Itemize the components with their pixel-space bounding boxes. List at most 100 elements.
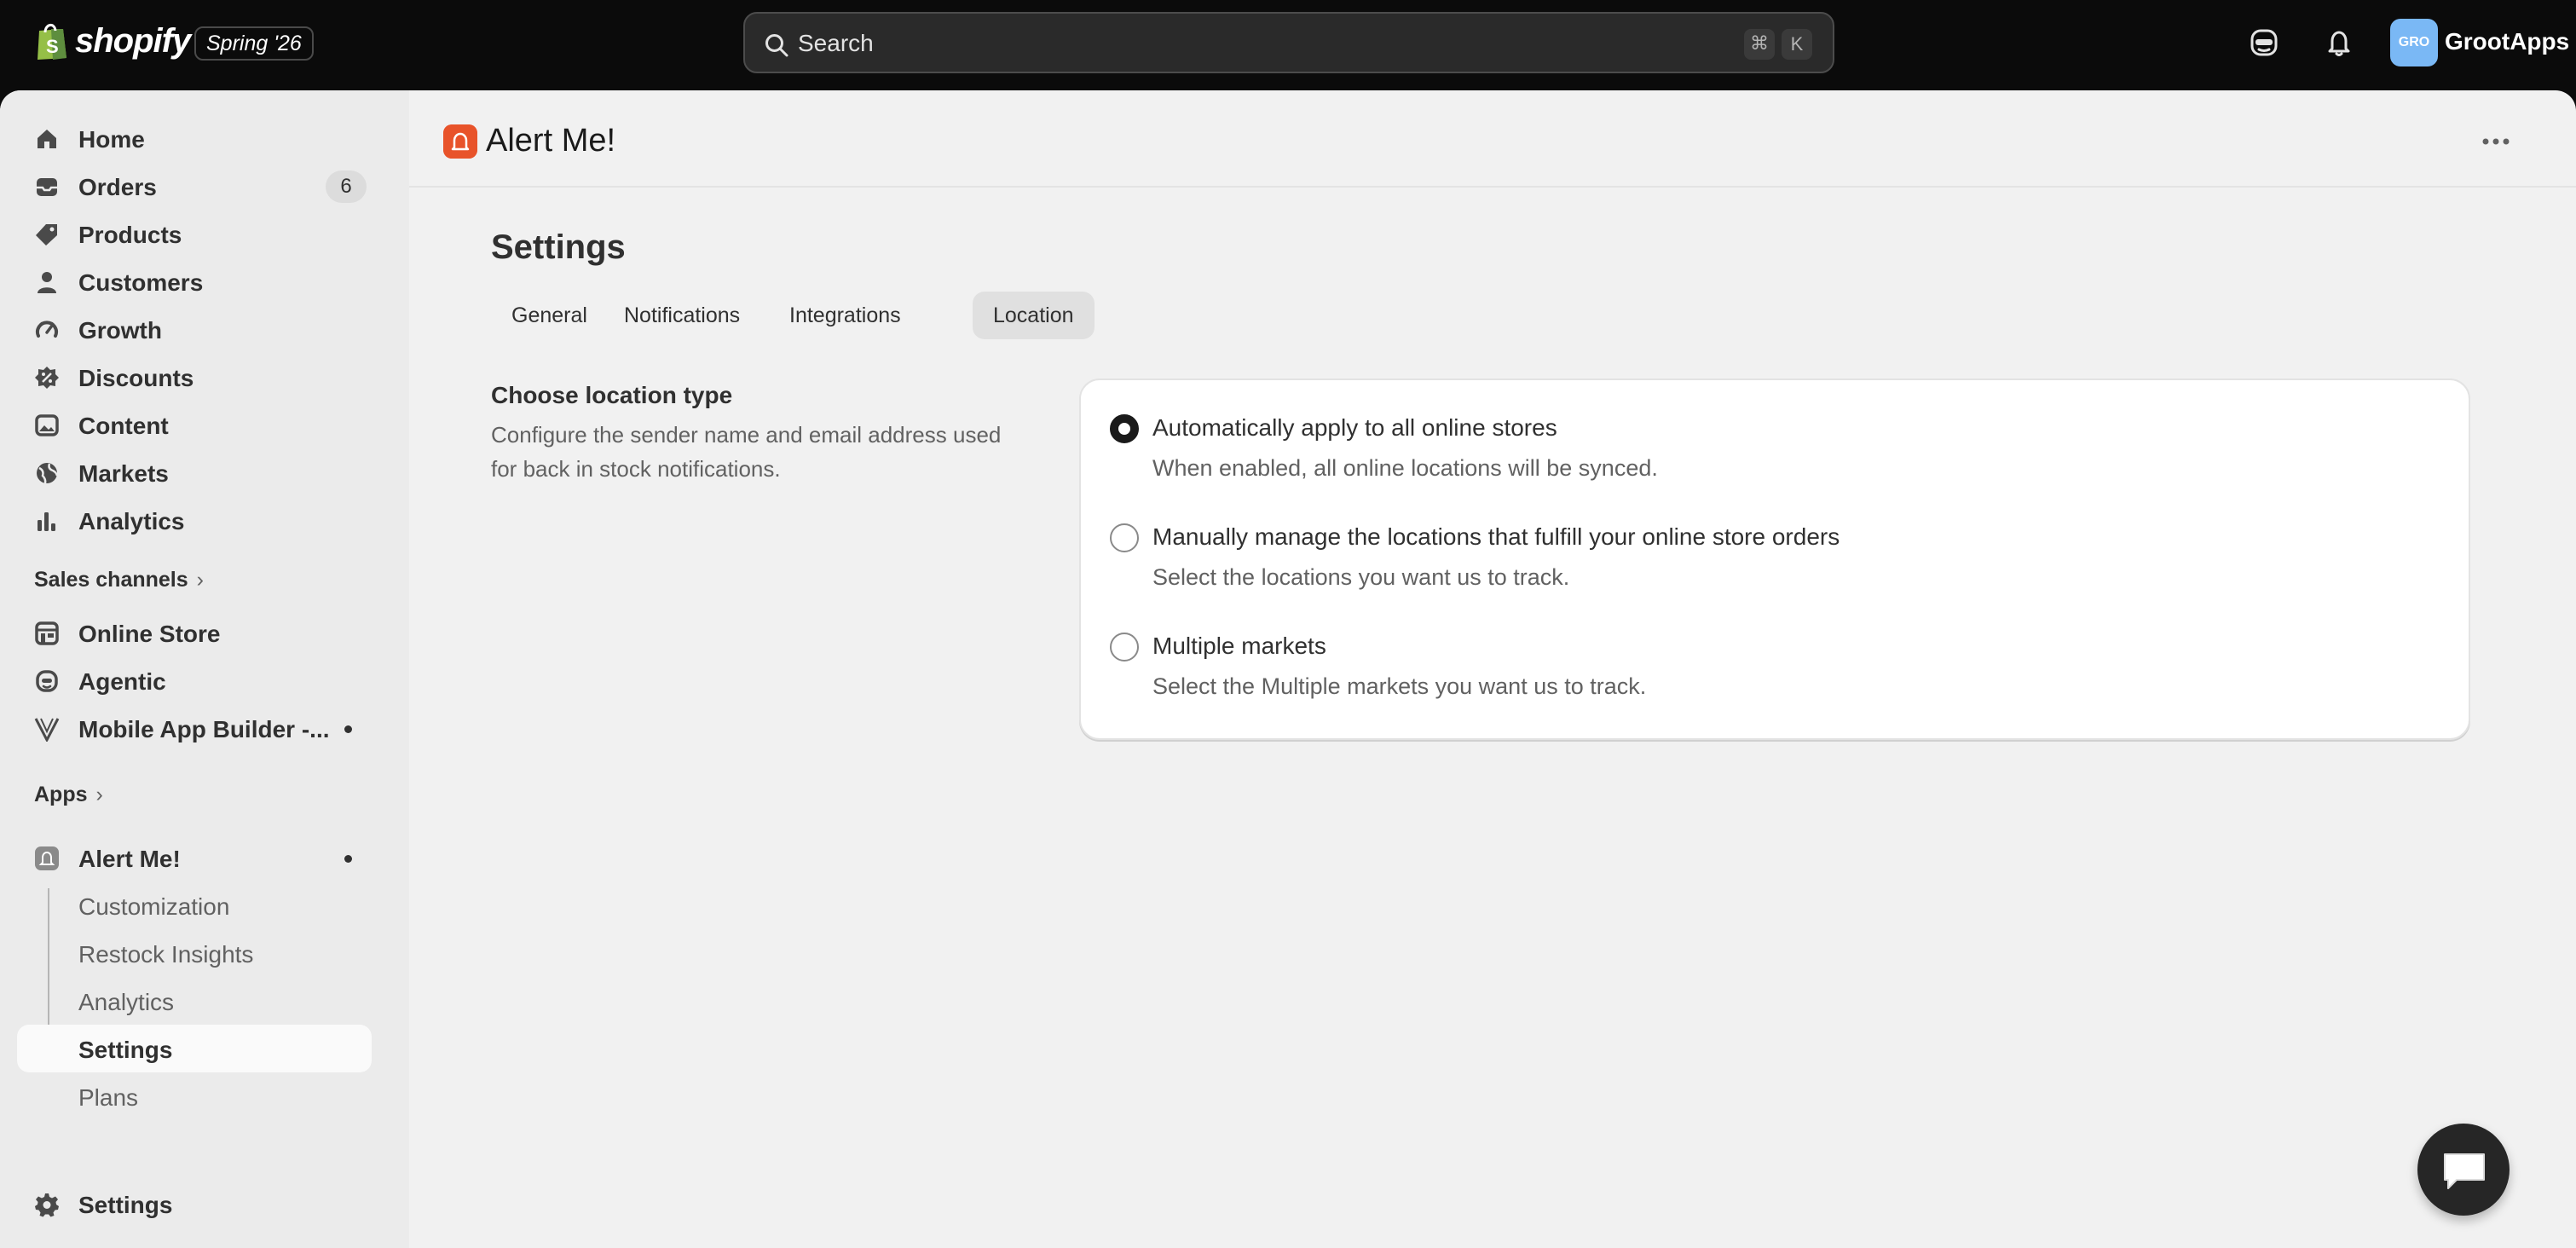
person-icon: [38, 272, 56, 293]
sidebar-item-label: Growth: [78, 317, 162, 344]
chevron-right-icon: ›: [95, 783, 103, 806]
sidebar-subitem-analytics[interactable]: Analytics: [17, 977, 372, 1025]
option-label[interactable]: Manually manage the locations that fulfi…: [1152, 523, 1840, 551]
orders-icon: [37, 178, 57, 196]
sidebar-item-customers[interactable]: Customers: [17, 257, 372, 305]
more-actions-icon[interactable]: [2474, 130, 2518, 153]
sales-channels-label: Sales channels: [34, 568, 188, 592]
sidebar-item-orders[interactable]: Orders 6: [17, 162, 372, 210]
page-title: Settings: [491, 228, 626, 266]
sidebar-item-discounts[interactable]: Discounts: [17, 353, 372, 401]
shortcut-cmd-key: ⌘: [1744, 29, 1775, 60]
store-name[interactable]: GrootApps: [2445, 28, 2569, 55]
sidebar-item-content[interactable]: Content: [17, 401, 372, 448]
sidebar-subitem-settings[interactable]: Settings: [17, 1025, 372, 1072]
edition-badge[interactable]: Spring '26: [194, 26, 314, 61]
alert-me-app-icon: [35, 846, 59, 870]
shopify-logo[interactable]: S shopify: [34, 20, 191, 61]
sidebar-item-label: Online Store: [78, 621, 221, 647]
image-icon: [35, 414, 59, 436]
sidebar-subitem-customization[interactable]: Customization: [17, 881, 372, 929]
option-label[interactable]: Multiple markets: [1152, 633, 1326, 660]
sidebar-item-label: Content: [78, 413, 169, 439]
sidebar-item-online-store[interactable]: Online Store: [17, 609, 372, 656]
sidebar-item-label: Analytics: [78, 508, 185, 534]
app-header: Alert Me!: [409, 90, 2576, 188]
option-help-text: When enabled, all online locations will …: [1152, 455, 1658, 481]
sidebar-item-growth[interactable]: Growth: [17, 305, 372, 353]
option-label[interactable]: Automatically apply to all online stores: [1152, 414, 1557, 442]
v-logo-icon: [34, 718, 60, 742]
sidebar-item-label: Markets: [78, 460, 169, 487]
unread-dot: [344, 855, 352, 863]
sidebar-item-label: Agentic: [78, 668, 166, 695]
home-icon: [38, 130, 56, 148]
orders-count-badge: 6: [326, 170, 367, 203]
section-description: Configure the sender name and email addr…: [491, 422, 1002, 482]
unread-dot: [344, 725, 352, 733]
sidebar-item-label: Products: [78, 222, 182, 248]
search-input[interactable]: [798, 26, 1650, 61]
sidekick-icon[interactable]: [2247, 26, 2281, 60]
alert-me-logo-icon: [443, 124, 477, 159]
sidebar-item-label: Customers: [78, 269, 204, 296]
chat-button[interactable]: [2417, 1124, 2510, 1216]
sidebar-item-home[interactable]: Home: [17, 114, 372, 162]
option-help-text: Select the locations you want us to trac…: [1152, 564, 1570, 590]
sidebar-item-label: Discounts: [78, 365, 194, 391]
agent-icon: [36, 670, 58, 692]
bell-icon[interactable]: [2322, 26, 2356, 60]
sidebar-subitem-label: Analytics: [78, 989, 175, 1015]
tab-general[interactable]: General: [491, 292, 608, 339]
sidebar-item-mobile-app-builder[interactable]: Mobile App Builder -...: [17, 704, 372, 752]
sidebar-item-label: Home: [78, 126, 145, 153]
location-options-card: Automatically apply to all online stores…: [1079, 378, 2470, 740]
sidebar-item-products[interactable]: Products: [17, 210, 372, 257]
sidebar-subitem-label: Settings: [78, 1037, 173, 1063]
shopify-bag-icon: S: [38, 24, 66, 60]
sales-channels-heading[interactable]: Sales channels ›: [34, 568, 204, 592]
tab-integrations[interactable]: Integrations: [769, 292, 921, 339]
search-icon: [765, 34, 788, 57]
sidebar-item-settings[interactable]: Settings: [17, 1180, 372, 1228]
sidebar-item-label: Alert Me!: [78, 846, 181, 872]
chevron-right-icon: ›: [196, 568, 204, 592]
top-bar: S shopify Spring '26 ⌘ K GRO GrootApps: [0, 0, 2576, 90]
svg-text:S: S: [46, 36, 59, 57]
sidebar-item-alert-me[interactable]: Alert Me!: [17, 834, 372, 881]
sidebar-item-agentic[interactable]: Agentic: [17, 656, 372, 704]
tab-location[interactable]: Location: [973, 292, 1095, 339]
discount-icon: [35, 367, 59, 389]
sidebar-item-analytics[interactable]: Analytics: [17, 496, 372, 544]
globe-icon: [37, 463, 59, 484]
sidebar: Home Orders 6 Products Customers Growth …: [0, 90, 409, 1248]
admin-frame: Home Orders 6 Products Customers Growth …: [0, 90, 2576, 1248]
sidebar-subitem-restock-insights[interactable]: Restock Insights: [17, 929, 372, 977]
radio-auto-apply[interactable]: [1110, 414, 1139, 443]
brand-wordmark: shopify: [75, 21, 191, 60]
sidebar-item-label: Settings: [78, 1192, 173, 1218]
gear-icon: [35, 1193, 59, 1217]
sidebar-item-markets[interactable]: Markets: [17, 448, 372, 496]
store-avatar[interactable]: GRO: [2390, 19, 2438, 66]
main-content: Alert Me! Settings General Notifications…: [409, 90, 2576, 1248]
apps-heading[interactable]: Apps ›: [34, 783, 103, 807]
radio-multiple-markets[interactable]: [1110, 633, 1139, 662]
sidebar-subitem-label: Customization: [78, 893, 230, 920]
sidebar-subitem-label: Restock Insights: [78, 941, 254, 968]
app-title: Alert Me!: [486, 123, 616, 159]
section-title: Choose location type: [491, 382, 733, 408]
tag-icon: [36, 224, 57, 246]
store-icon: [35, 621, 59, 645]
chat-bubble-icon: [2444, 1153, 2485, 1189]
radio-manual-manage[interactable]: [1110, 523, 1139, 552]
sidebar-subitem-label: Plans: [78, 1084, 139, 1111]
shortcut-k-key: K: [1782, 29, 1812, 60]
search-bar[interactable]: ⌘ K: [743, 12, 1834, 73]
bar-chart-icon: [38, 512, 55, 531]
apps-label: Apps: [34, 783, 88, 806]
tab-notifications[interactable]: Notifications: [604, 292, 760, 339]
sidebar-subitem-plans[interactable]: Plans: [17, 1072, 372, 1120]
sidebar-item-label: Orders: [78, 174, 157, 200]
option-help-text: Select the Multiple markets you want us …: [1152, 673, 1647, 699]
